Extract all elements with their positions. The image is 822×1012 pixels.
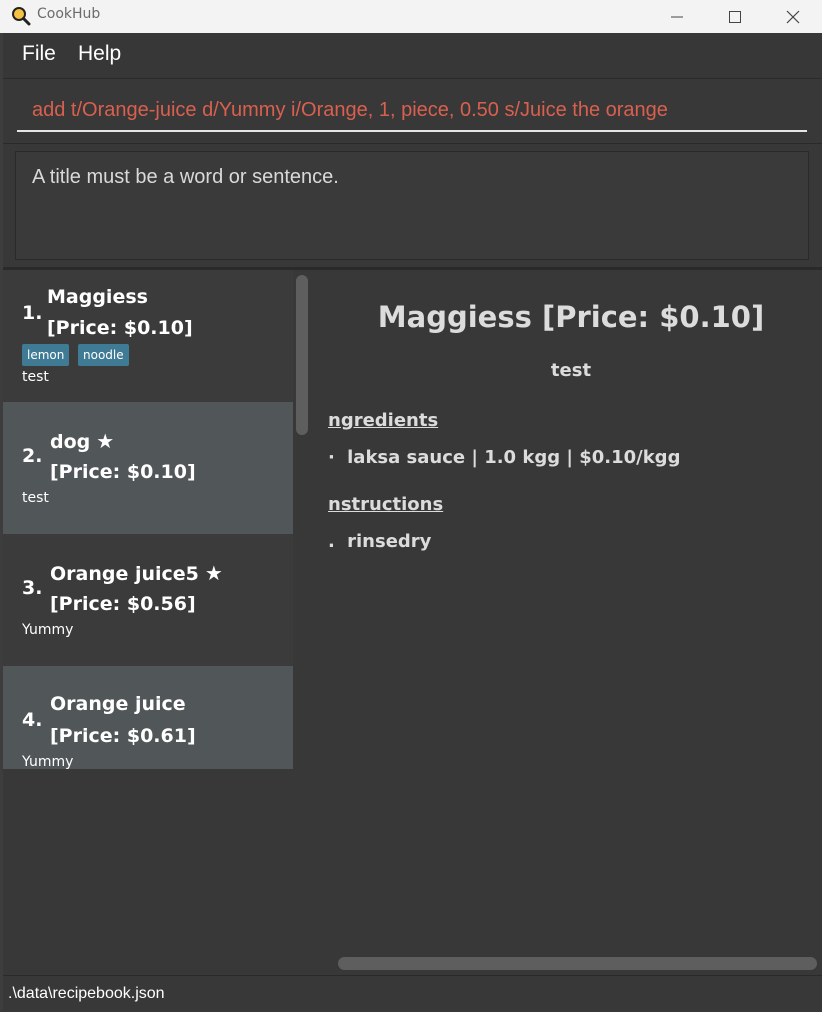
title-bar: CookHub xyxy=(0,0,822,33)
status-bar: .\data\recipebook.json xyxy=(3,975,822,1012)
detail-horizontal-scrollbar[interactable] xyxy=(338,957,817,970)
recipe-tag: noodle xyxy=(78,344,129,366)
close-button[interactable] xyxy=(764,0,822,33)
window-title: CookHub xyxy=(37,6,101,22)
recipe-title: Orange juice xyxy=(50,693,186,715)
instruction-item: . rinsedry xyxy=(328,531,431,552)
recipe-card[interactable]: 1. Maggiess [Price: $0.10] lemon noodle … xyxy=(3,270,293,402)
instruction-bullet: . xyxy=(328,531,335,552)
recipe-price: [Price: $0.56] xyxy=(50,593,196,615)
detail-description: test xyxy=(550,360,592,381)
recipe-index: 2. xyxy=(22,445,43,467)
maximize-button[interactable] xyxy=(706,0,764,33)
menu-file[interactable]: File xyxy=(22,42,56,66)
star-icon: ★ xyxy=(96,429,115,453)
recipe-description: Yummy xyxy=(22,754,74,769)
recipe-description: Yummy xyxy=(22,622,74,638)
recipe-title: dog xyxy=(50,431,91,453)
result-display: A title must be a word or sentence. xyxy=(3,144,822,267)
recipe-index: 4. xyxy=(22,709,43,731)
minimize-icon xyxy=(671,16,683,17)
result-message: A title must be a word or sentence. xyxy=(32,166,339,188)
recipe-list: 1. Maggiess [Price: $0.10] lemon noodle … xyxy=(3,270,293,769)
minimize-button[interactable] xyxy=(648,0,706,33)
recipe-index: 1. xyxy=(22,302,43,324)
maximize-icon xyxy=(729,10,741,23)
menu-bar: File Help xyxy=(3,33,822,79)
recipe-price: [Price: $0.10] xyxy=(50,461,196,483)
recipe-title: Maggiess xyxy=(47,286,148,308)
save-location: .\data\recipebook.json xyxy=(8,985,165,1002)
recipe-title: Orange juice5 xyxy=(50,563,199,585)
star-icon: ★ xyxy=(204,561,223,585)
recipe-card[interactable]: 3. Orange juice5 ★ [Price: $0.56] Yummy xyxy=(3,534,293,666)
recipe-index: 3. xyxy=(22,577,43,599)
instructions-heading: nstructions xyxy=(328,494,444,515)
recipe-detail: Maggiess [Price: $0.10] test ngredients … xyxy=(312,270,822,960)
recipe-card[interactable]: 2. dog ★ [Price: $0.10] test xyxy=(3,402,293,534)
recipe-tag: lemon xyxy=(22,344,70,366)
recipe-description: test xyxy=(22,490,49,506)
recipe-title-row: dog ★ xyxy=(50,429,114,453)
ingredient-bullet: · xyxy=(328,447,335,468)
result-box: A title must be a word or sentence. xyxy=(15,151,809,260)
close-icon xyxy=(786,10,800,23)
instruction-text: rinsedry xyxy=(347,531,432,552)
command-box xyxy=(3,79,822,144)
menu-help[interactable]: Help xyxy=(78,42,121,66)
recipe-title-row: Orange juice5 ★ xyxy=(50,561,223,585)
magnifier-pan-icon xyxy=(12,7,31,26)
recipe-price: [Price: $0.61] xyxy=(50,725,196,747)
ingredient-item: · laksa sauce | 1.0 kgg | $0.10/kgg xyxy=(328,447,680,468)
recipe-card[interactable]: 4. Orange juice [Price: $0.61] Yummy xyxy=(3,666,293,769)
recipe-price: [Price: $0.10] xyxy=(47,317,193,339)
ingredient-text: laksa sauce | 1.0 kgg | $0.10/kgg xyxy=(347,447,681,468)
list-scrollbar-thumb[interactable] xyxy=(296,275,308,435)
recipe-description: test xyxy=(22,369,49,385)
ingredients-heading: ngredients xyxy=(328,410,439,431)
command-input[interactable] xyxy=(17,90,807,132)
detail-title: Maggiess [Price: $0.10] xyxy=(377,300,765,334)
